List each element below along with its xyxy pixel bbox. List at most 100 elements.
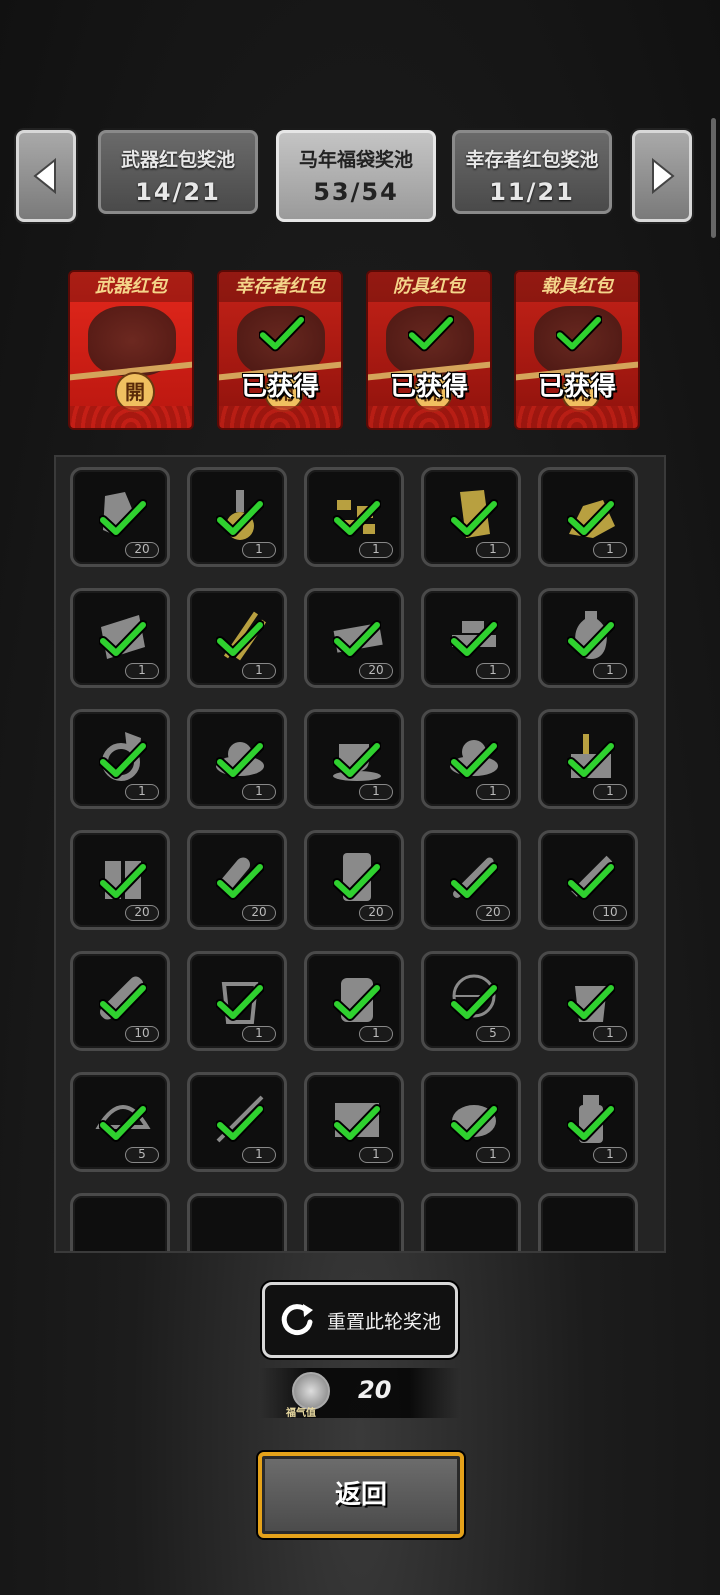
item-quantity: 1 [476,784,510,800]
reward-item[interactable]: 1 [538,951,638,1051]
item-quantity: 20 [476,905,510,921]
item-quantity: 1 [476,663,510,679]
item-quantity: 1 [593,1147,627,1163]
tab-count: 53/54 [313,178,399,206]
reward-item[interactable]: 1 [187,467,287,567]
reward-item[interactable]: 20 [70,467,170,567]
back-button[interactable]: 返回 [258,1452,464,1538]
reward-item[interactable]: 1 [538,467,638,567]
check-icon [332,982,382,1022]
tab-horse-year-pool[interactable]: 马年福袋奖池 53/54 [276,130,436,222]
reward-item[interactable]: 1 [538,709,638,809]
item-quantity: 1 [593,1026,627,1042]
reward-item[interactable]: 1 [187,1072,287,1172]
reward-item-partial[interactable] [70,1193,170,1251]
check-icon [449,498,499,538]
prev-pool-button[interactable] [16,130,76,222]
reward-item-partial[interactable] [538,1193,638,1251]
reward-item[interactable]: 1 [304,951,404,1051]
tab-name: 幸存者红包奖池 [465,149,599,171]
item-quantity: 1 [242,784,276,800]
envelope-title: 载具红包 [516,272,638,302]
reward-item[interactable]: 1 [304,709,404,809]
item-quantity: 5 [125,1147,159,1163]
envelope-title: 防具红包 [368,272,490,302]
check-icon [566,619,616,659]
envelope-pattern [368,406,490,428]
check-icon [98,861,148,901]
item-quantity: 1 [476,1147,510,1163]
reward-item[interactable]: 1 [187,951,287,1051]
item-quantity: 10 [125,1026,159,1042]
tab-name: 马年福袋奖池 [298,149,413,171]
reward-item[interactable]: 10 [70,951,170,1051]
item-quantity: 1 [125,663,159,679]
reward-item[interactable]: 5 [421,951,521,1051]
scroll-indicator[interactable] [711,118,716,238]
reward-item[interactable]: 1 [538,1072,638,1172]
item-quantity: 10 [593,905,627,921]
reward-item[interactable]: 20 [70,830,170,930]
tab-weapon-pool[interactable]: 武器红包奖池 14/21 [98,130,258,214]
reward-item-partial[interactable] [304,1193,404,1251]
fortune-label: 福气值 [286,1408,316,1419]
red-envelope-3[interactable]: 防具红包開已获得 [366,270,492,430]
item-quantity: 1 [242,1026,276,1042]
reward-item-partial[interactable] [187,1193,287,1251]
reward-item[interactable]: 20 [187,830,287,930]
reward-item[interactable]: 1 [304,467,404,567]
tab-name: 武器红包奖池 [120,149,235,171]
check-icon [566,861,616,901]
check-icon [215,861,265,901]
item-quantity: 1 [125,784,159,800]
item-quantity: 1 [593,663,627,679]
reward-item[interactable]: 1 [70,709,170,809]
envelope-pattern [219,406,341,428]
check-icon [566,1103,616,1143]
reward-item[interactable]: 1 [538,588,638,688]
check-icon [258,314,306,354]
reward-item[interactable]: 1 [421,588,521,688]
envelope-pattern [70,406,192,428]
check-icon [98,619,148,659]
reward-item[interactable]: 20 [304,830,404,930]
reward-item[interactable]: 10 [538,830,638,930]
check-icon [449,619,499,659]
check-icon [332,861,382,901]
reward-item[interactable]: 1 [421,467,521,567]
reward-item[interactable]: 1 [421,1072,521,1172]
check-icon [215,619,265,659]
next-pool-button[interactable] [632,130,692,222]
check-icon [215,1103,265,1143]
envelope-title: 武器红包 [70,272,192,302]
reward-item-partial[interactable] [421,1193,521,1251]
reward-item[interactable]: 1 [304,1072,404,1172]
reward-item[interactable]: 20 [421,830,521,930]
reset-pool-button[interactable]: 重置此轮奖池 [262,1282,458,1358]
reward-item[interactable]: 1 [187,588,287,688]
reward-item[interactable]: 1 [421,709,521,809]
item-quantity: 20 [242,905,276,921]
left-arrow-icon [33,157,56,195]
item-quantity: 1 [359,1026,393,1042]
red-envelope-1[interactable]: 武器红包開 [68,270,194,430]
red-envelope-4[interactable]: 载具红包開已获得 [514,270,640,430]
envelope-pattern [516,406,638,428]
item-quantity: 1 [359,542,393,558]
tab-survivor-pool[interactable]: 幸存者红包奖池 11/21 [452,130,612,214]
refresh-icon [281,1304,313,1336]
item-quantity: 20 [359,905,393,921]
check-icon [98,498,148,538]
check-icon [407,314,455,354]
item-quantity: 1 [242,1147,276,1163]
reward-item[interactable]: 1 [187,709,287,809]
obtained-label: 已获得 [240,372,319,402]
reward-item[interactable]: 1 [70,588,170,688]
reward-item[interactable]: 20 [304,588,404,688]
check-icon [566,498,616,538]
check-icon [215,740,265,780]
item-quantity: 5 [476,1026,510,1042]
reward-item[interactable]: 5 [70,1072,170,1172]
reward-grid[interactable]: 20 1 1 1 1 1 1 20 1 1 1 1 1 1 1 20 20 20 20 10 10 1 1 5 1 5 1 1 1 1 [54,455,666,1253]
red-envelope-2[interactable]: 幸存者红包開已获得 [217,270,343,430]
